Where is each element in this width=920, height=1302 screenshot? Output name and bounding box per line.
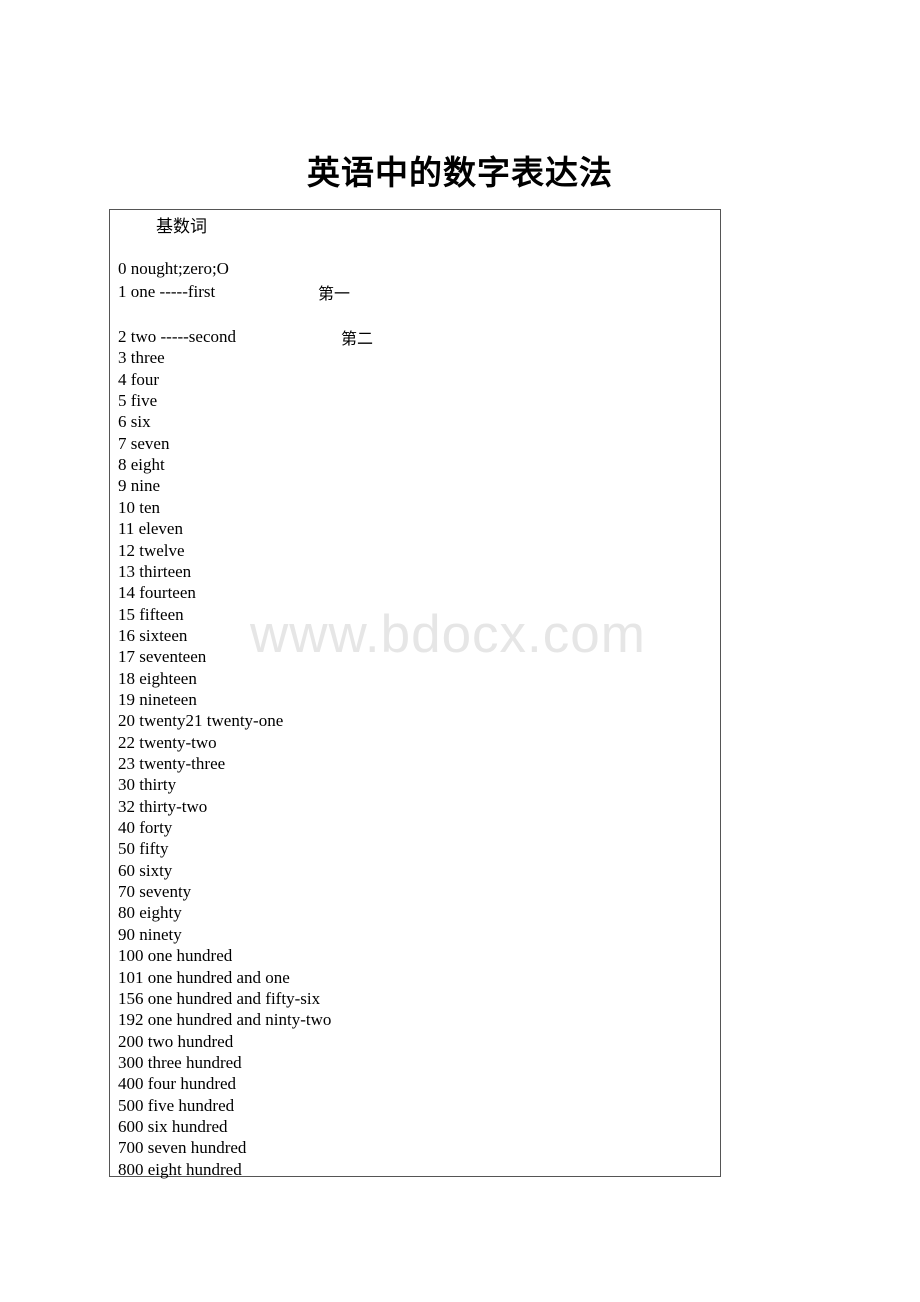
number-line: 14 fourteen	[118, 583, 196, 603]
section-heading: 基数词	[156, 217, 207, 237]
number-line: 2 two -----second	[118, 327, 237, 346]
document-title: 英语中的数字表达法	[307, 153, 613, 192]
number-line: 500 five hundred	[118, 1095, 235, 1115]
content-table-cell: 基数词 第一 第二 0 nought;zero;O 1 one -----firs…	[109, 209, 721, 1179]
number-line: 90 ninety	[118, 924, 182, 944]
number-line: 20 twenty21 twenty-one	[118, 711, 284, 731]
number-line: 12 twelve	[118, 540, 185, 560]
number-line: 100 one hundred	[118, 946, 233, 966]
number-line: 192 one hundred and ninty-two	[118, 1010, 332, 1030]
number-line: 13 thirteen	[118, 561, 192, 581]
annotation-first: 第一	[318, 284, 351, 303]
number-line: 40 forty	[118, 818, 173, 838]
number-line: 17 seventeen	[118, 647, 207, 667]
number-line: 32 thirty-two	[118, 796, 208, 816]
number-line: 101 one hundred and one	[118, 967, 290, 987]
number-line: 1 one -----first	[118, 282, 216, 301]
number-line: 60 sixty	[118, 860, 173, 880]
number-line: 600 six hundred	[118, 1116, 228, 1136]
number-line: 9 nine	[118, 476, 161, 496]
number-line: 200 two hundred	[118, 1031, 234, 1051]
number-line: 23 twenty-three	[118, 754, 226, 773]
number-line: 5 five	[118, 391, 158, 411]
number-line: 30 thirty	[118, 775, 177, 795]
number-line: 7 seven	[118, 433, 170, 453]
number-line: 19 nineteen	[118, 689, 197, 709]
number-line: 11 eleven	[118, 519, 183, 539]
number-line: 70 seventy	[118, 882, 192, 902]
number-line: 22 twenty-two	[118, 732, 217, 752]
number-line: 800 eight hundred	[118, 1159, 242, 1179]
number-line: 3 three	[118, 348, 165, 368]
number-line: 400 four hundred	[118, 1074, 237, 1094]
number-line: 300 three hundred	[118, 1052, 242, 1072]
number-line: 16 sixteen	[118, 625, 188, 645]
annotation-second: 第二	[341, 329, 374, 348]
number-line: 4 four	[118, 369, 160, 389]
number-line: 0 nought;zero;O	[118, 259, 229, 278]
number-line: 6 six	[118, 412, 151, 432]
number-line: 15 fifteen	[118, 604, 184, 624]
number-line: 50 fifty	[118, 839, 169, 859]
number-line: 80 eighty	[118, 903, 182, 923]
number-line: 18 eighteen	[118, 668, 197, 688]
number-line: 10 ten	[118, 497, 161, 517]
number-line: 156 one hundred and fifty-six	[118, 988, 321, 1008]
number-line: 700 seven hundred	[118, 1138, 247, 1158]
number-line: 8 eight	[118, 455, 165, 475]
